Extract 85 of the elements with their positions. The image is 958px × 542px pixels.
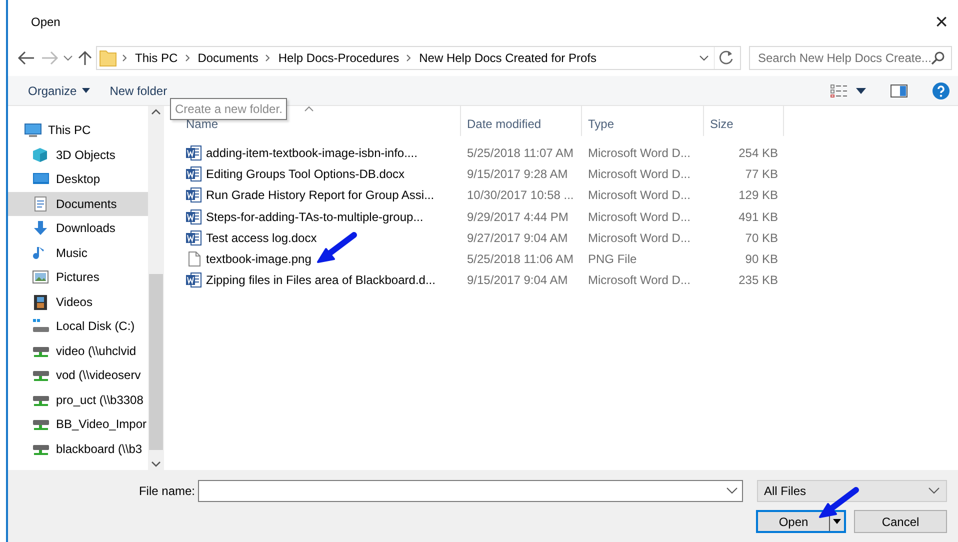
nav-item[interactable]: 3D Objects — [8, 142, 148, 167]
search-icon — [931, 51, 945, 65]
file-name[interactable]: Zipping files in Files area of Blackboard.d... — [206, 271, 436, 290]
close-button[interactable]: × — [931, 10, 952, 32]
file-icon — [186, 251, 202, 268]
search-field[interactable]: Search New Help Docs Create... — [749, 46, 952, 70]
file-size: 90 KB — [744, 251, 779, 268]
file-name[interactable]: Steps-for-adding-TAs-to-multiple-group... — [206, 208, 424, 226]
file-type: Microsoft Word D... — [587, 166, 692, 183]
scrollbar[interactable] — [148, 106, 164, 470]
date-modified: 9/15/2017 9:28 AM — [466, 166, 569, 183]
caret-icon[interactable] — [856, 88, 866, 94]
word-document-icon — [186, 166, 202, 182]
word-document-icon — [186, 272, 202, 288]
help-icon[interactable] — [932, 82, 950, 100]
nav-item[interactable]: Pictures — [8, 265, 148, 290]
nav-item[interactable]: blackboard (\\b3 — [8, 436, 148, 461]
nav-item[interactable]: This PC — [8, 118, 148, 142]
file-size: 129 KB — [738, 187, 779, 204]
file-size: 70 KB — [744, 230, 779, 247]
file-size: 491 KB — [738, 208, 779, 226]
date-modified: 9/29/2017 4:44 PM — [466, 208, 570, 226]
dropdown-caret-icon — [928, 487, 940, 495]
caret-icon[interactable] — [833, 519, 841, 524]
preview-pane-icon[interactable] — [890, 84, 908, 98]
file-name-field[interactable] — [198, 480, 743, 502]
file-type: Microsoft Word D... — [587, 208, 692, 226]
file-type: Microsoft Word D... — [587, 187, 692, 204]
download-icon — [32, 220, 50, 236]
file-size: 254 KB — [738, 144, 779, 162]
file-type-dropdown[interactable]: All Files — [757, 480, 947, 502]
dropdown-caret-icon — [726, 487, 738, 495]
caret-icon — [82, 88, 90, 93]
breadcrumb[interactable]: This PC — [131, 49, 182, 67]
date-modified: 9/15/2017 9:04 AM — [466, 272, 569, 290]
nav-item[interactable]: Videos — [8, 290, 148, 314]
file-name[interactable]: Run Grade History Report for Group Assi... — [206, 186, 434, 204]
nav-item[interactable]: Documents — [8, 192, 148, 216]
file-size: 235 KB — [738, 272, 779, 290]
file-type: Microsoft Word D... — [587, 144, 692, 162]
word-document-icon — [186, 187, 202, 204]
cube-icon — [32, 146, 50, 163]
file-name[interactable]: Editing Groups Tool Options-DB.docx — [206, 164, 405, 183]
file-type: Microsoft Word D... — [587, 272, 692, 290]
picture-icon — [32, 269, 50, 286]
nav-item[interactable]: vod (\\videoserv — [8, 363, 148, 388]
back-icon[interactable] — [16, 50, 36, 66]
nav-item[interactable]: Local Disk (C:) — [8, 314, 148, 338]
file-name[interactable]: adding-item-textbook-image-isbn-info.... — [206, 144, 418, 162]
file-type: PNG File — [587, 251, 638, 268]
nav-item[interactable]: Music — [8, 240, 148, 265]
nav-item[interactable]: BB_Video_Impor — [8, 412, 148, 436]
file-name[interactable]: Test access log.docx — [206, 228, 317, 247]
word-document-icon — [186, 208, 202, 225]
date-modified: 10/30/2017 10:58 ... — [466, 187, 575, 204]
date-modified: 9/27/2017 9:04 AM — [466, 230, 569, 247]
nav-item[interactable]: pro_uct (\\b3308 — [8, 388, 148, 412]
cancel-button[interactable]: Cancel — [854, 510, 947, 533]
date-modified: 5/25/2018 11:06 AM — [466, 251, 575, 268]
film-icon — [32, 294, 50, 310]
breadcrumb[interactable]: New Help Docs Created for Profs — [415, 49, 601, 67]
file-type: Microsoft Word D... — [587, 230, 692, 247]
computer-icon — [24, 122, 42, 138]
date-modified: 5/25/2018 11:07 AM — [466, 144, 575, 162]
nav-item[interactable]: video (\\uhclvid — [8, 338, 148, 363]
field-label: File name: — [138, 483, 196, 500]
window-title: Open — [31, 14, 60, 30]
breadcrumb[interactable]: Help Docs-Procedures — [274, 49, 404, 67]
file-size: 77 KB — [744, 166, 779, 183]
folder-icon — [97, 48, 119, 68]
up-arrow-icon[interactable] — [76, 50, 94, 66]
column-header[interactable]: Date modified — [461, 106, 582, 136]
breadcrumb[interactable]: Documents — [194, 49, 262, 67]
toolbar-button[interactable]: Organize — [22, 80, 96, 102]
nav-item[interactable]: Desktop — [8, 167, 148, 192]
word-document-icon — [186, 144, 202, 161]
column-header[interactable]: Size — [704, 106, 784, 136]
file-name[interactable]: textbook-image.png — [206, 250, 312, 268]
open-button[interactable]: Open — [756, 510, 846, 533]
column-header[interactable]: Type — [582, 106, 704, 136]
drive-icon — [32, 318, 50, 334]
tooltip: Create a new folder. — [170, 98, 288, 120]
nav-item[interactable]: Downloads — [8, 216, 148, 240]
view-list-icon[interactable] — [830, 84, 848, 98]
word-document-icon — [186, 230, 202, 246]
